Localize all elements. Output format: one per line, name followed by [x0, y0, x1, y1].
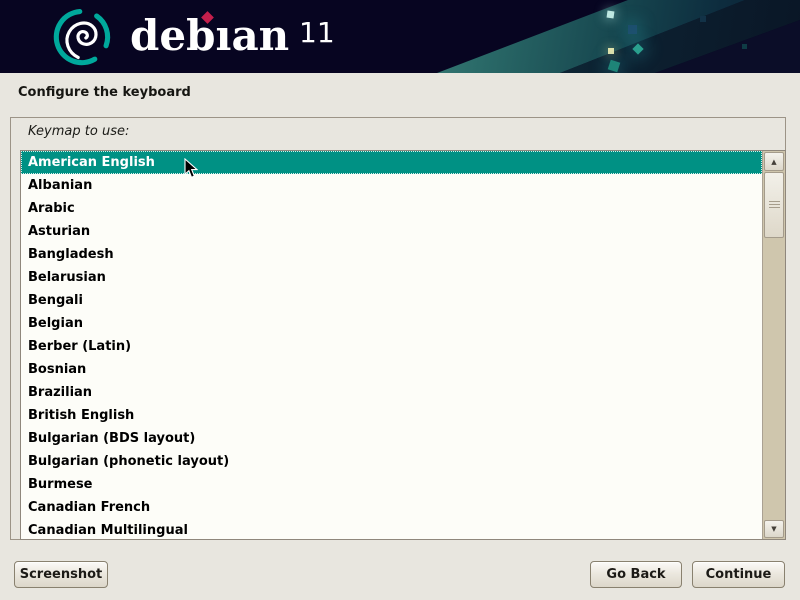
debian-swirl-logo-icon	[50, 5, 114, 69]
keymap-listbox: American EnglishAlbanianArabicAsturianBa…	[20, 150, 786, 540]
installer-banner: debıan 11	[0, 0, 800, 73]
list-item[interactable]: Bulgarian (phonetic layout)	[21, 450, 762, 473]
vertical-scrollbar[interactable]: ▲ ▼	[762, 151, 785, 539]
list-item[interactable]: Brazilian	[21, 381, 762, 404]
list-item[interactable]: Belgian	[21, 312, 762, 335]
list-item[interactable]: Bosnian	[21, 358, 762, 381]
continue-button[interactable]: Continue	[692, 561, 785, 588]
deco-square	[628, 25, 637, 34]
deco-square	[608, 48, 614, 54]
list-item[interactable]: Bengali	[21, 289, 762, 312]
scroll-up-button[interactable]: ▲	[764, 152, 784, 171]
list-item[interactable]: British English	[21, 404, 762, 427]
list-item[interactable]: American English	[21, 151, 762, 174]
list-item[interactable]: Canadian French	[21, 496, 762, 519]
thumb-grip-icon	[769, 201, 780, 202]
deco-square	[607, 11, 615, 19]
screenshot-button[interactable]: Screenshot	[14, 561, 108, 588]
scroll-down-button[interactable]: ▼	[764, 520, 784, 538]
deco-square	[742, 44, 747, 49]
deco-square	[700, 16, 706, 22]
go-back-button[interactable]: Go Back	[590, 561, 682, 588]
list-item[interactable]: Albanian	[21, 174, 762, 197]
list-item[interactable]: Canadian Multilingual	[21, 519, 762, 539]
list-item[interactable]: Arabic	[21, 197, 762, 220]
list-item[interactable]: Bulgarian (BDS layout)	[21, 427, 762, 450]
keymap-question-label: Keymap to use:	[28, 124, 129, 139]
page-title: Configure the keyboard	[18, 85, 191, 100]
keymap-list: American EnglishAlbanianArabicAsturianBa…	[21, 151, 762, 539]
list-item[interactable]: Bangladesh	[21, 243, 762, 266]
chevron-down-icon: ▼	[771, 525, 776, 533]
list-item[interactable]: Burmese	[21, 473, 762, 496]
list-item[interactable]: Asturian	[21, 220, 762, 243]
scrollbar-thumb[interactable]	[764, 172, 784, 238]
list-item[interactable]: Berber (Latin)	[21, 335, 762, 358]
chevron-up-icon: ▲	[771, 158, 776, 166]
brand-version: 11	[299, 17, 335, 49]
list-item[interactable]: Belarusian	[21, 266, 762, 289]
